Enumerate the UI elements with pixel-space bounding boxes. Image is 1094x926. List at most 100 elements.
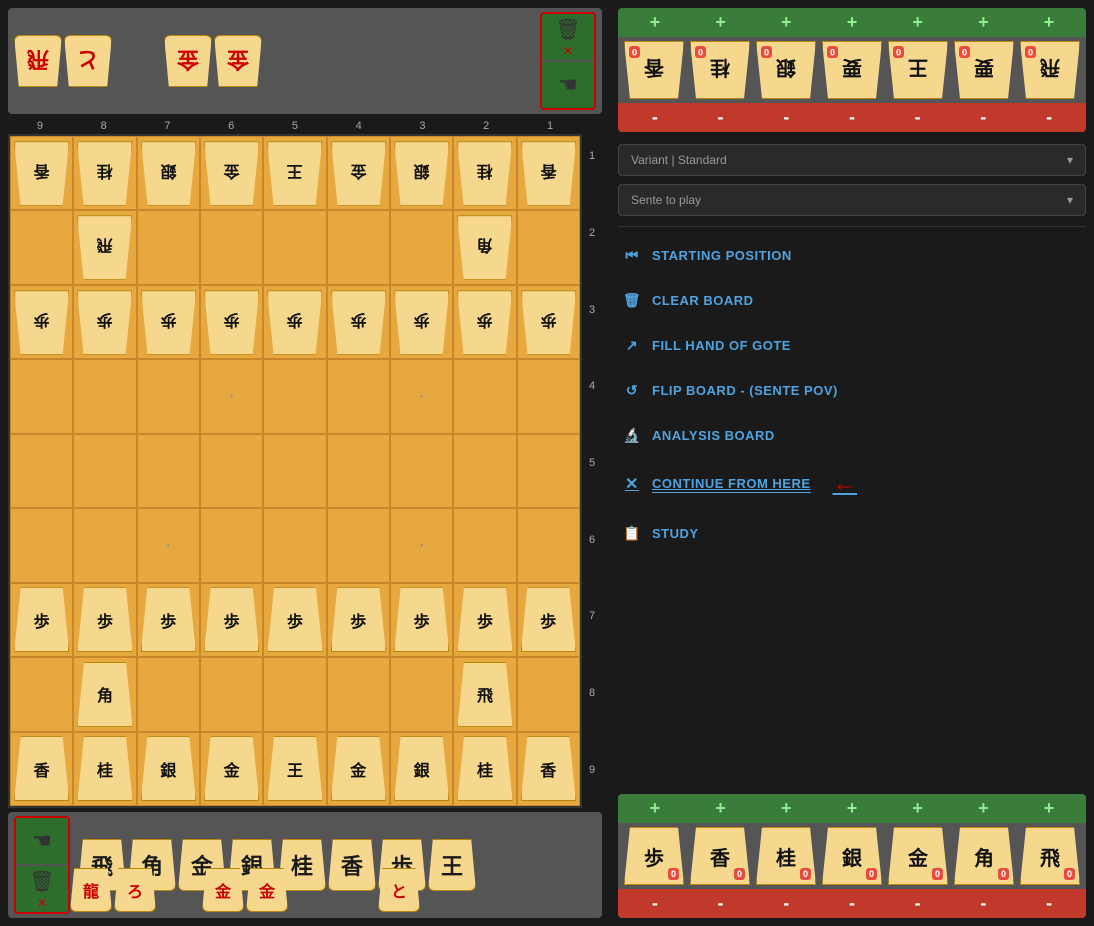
cell-3-4[interactable]: 歩: [327, 285, 390, 359]
cell-6-1[interactable]: [517, 508, 580, 582]
cell-7-9[interactable]: 歩: [10, 583, 73, 657]
cell-5-2[interactable]: [453, 434, 516, 508]
cell-6-5[interactable]: [263, 508, 326, 582]
cell-2-1[interactable]: [517, 210, 580, 284]
cell-2-6[interactable]: [200, 210, 263, 284]
turn-select[interactable]: Sente to play ▾: [618, 184, 1086, 216]
add-btn-b6[interactable]: +: [953, 798, 1013, 819]
cell-8-4[interactable]: [327, 657, 390, 731]
sel-piece-b2[interactable]: 香0: [690, 827, 750, 885]
cell-1-7[interactable]: 銀: [137, 136, 200, 210]
cell-4-6[interactable]: [200, 359, 263, 433]
minus-btn-b6[interactable]: -: [953, 893, 1013, 914]
cell-3-5[interactable]: 歩: [263, 285, 326, 359]
cell-7-1[interactable]: 歩: [517, 583, 580, 657]
cell-2-5[interactable]: [263, 210, 326, 284]
cell-7-4[interactable]: 歩: [327, 583, 390, 657]
sel-piece-7[interactable]: 飛0: [1020, 41, 1080, 99]
cell-3-3[interactable]: 歩: [390, 285, 453, 359]
add-btn-4[interactable]: +: [822, 12, 882, 33]
hand-piece-narikin2[interactable]: 金: [246, 868, 288, 912]
cell-6-7[interactable]: [137, 508, 200, 582]
cell-5-8[interactable]: [73, 434, 136, 508]
sel-piece-5[interactable]: 王0: [888, 41, 948, 99]
cell-8-8[interactable]: 角: [73, 657, 136, 731]
hand-piece[interactable]: 金: [214, 35, 262, 87]
add-btn-b5[interactable]: +: [888, 798, 948, 819]
cell-1-9[interactable]: 香: [10, 136, 73, 210]
cell-8-6[interactable]: [200, 657, 263, 731]
sel-piece-b6[interactable]: 角0: [954, 827, 1014, 885]
cell-6-2[interactable]: [453, 508, 516, 582]
hand-pointer-button-bottom[interactable]: ☚: [16, 818, 68, 864]
cell-5-6[interactable]: [200, 434, 263, 508]
cell-4-4[interactable]: [327, 359, 390, 433]
clear-board-link[interactable]: 🗑 CLEAR BOARD: [618, 282, 1086, 319]
cell-3-1[interactable]: 歩: [517, 285, 580, 359]
fill-hand-gote-link[interactable]: ↗ FILL HAND OF GOTE: [618, 327, 1086, 364]
minus-btn-2[interactable]: -: [691, 107, 751, 128]
cell-5-3[interactable]: [390, 434, 453, 508]
sel-piece-b4[interactable]: 銀0: [822, 827, 882, 885]
cell-8-5[interactable]: [263, 657, 326, 731]
hand-piece[interactable]: 飛: [14, 35, 62, 87]
cell-3-9[interactable]: 歩: [10, 285, 73, 359]
cell-7-7[interactable]: 歩: [137, 583, 200, 657]
cell-7-3[interactable]: 歩: [390, 583, 453, 657]
cell-5-7[interactable]: [137, 434, 200, 508]
cell-3-2[interactable]: 歩: [453, 285, 516, 359]
cell-1-1[interactable]: 香: [517, 136, 580, 210]
sel-piece-b3[interactable]: 桂0: [756, 827, 816, 885]
cell-1-2[interactable]: 桂: [453, 136, 516, 210]
variant-select[interactable]: Variant | Standard ▾: [618, 144, 1086, 176]
minus-btn-b3[interactable]: -: [756, 893, 816, 914]
cell-6-8[interactable]: [73, 508, 136, 582]
add-btn-6[interactable]: +: [953, 12, 1013, 33]
cell-2-7[interactable]: [137, 210, 200, 284]
hand-piece[interactable]: 金: [164, 35, 212, 87]
study-link[interactable]: 📋 STUDY: [618, 515, 1086, 552]
cell-5-9[interactable]: [10, 434, 73, 508]
minus-btn-b7[interactable]: -: [1019, 893, 1079, 914]
cell-9-6[interactable]: 金: [200, 732, 263, 806]
sel-piece-3[interactable]: 銀0: [756, 41, 816, 99]
sel-piece-2[interactable]: 桂0: [690, 41, 750, 99]
cell-4-7[interactable]: [137, 359, 200, 433]
cell-2-2[interactable]: 角: [453, 210, 516, 284]
shogi-board[interactable]: 香 桂 銀 金 王 金 銀 桂 香 飛 角 歩: [8, 134, 582, 808]
cell-9-1[interactable]: 香: [517, 732, 580, 806]
cell-2-4[interactable]: [327, 210, 390, 284]
add-btn-b7[interactable]: +: [1019, 798, 1079, 819]
cell-3-6[interactable]: 歩: [200, 285, 263, 359]
cell-4-1[interactable]: [517, 359, 580, 433]
cell-7-6[interactable]: 歩: [200, 583, 263, 657]
cell-6-6[interactable]: [200, 508, 263, 582]
sel-piece-b1[interactable]: 歩0: [624, 827, 684, 885]
cell-8-3[interactable]: [390, 657, 453, 731]
add-btn-b4[interactable]: +: [822, 798, 882, 819]
minus-btn-b1[interactable]: -: [625, 893, 685, 914]
cell-1-8[interactable]: 桂: [73, 136, 136, 210]
minus-btn-1[interactable]: -: [625, 107, 685, 128]
cell-5-5[interactable]: [263, 434, 326, 508]
hand-piece-ryuu[interactable]: 龍: [70, 868, 112, 912]
minus-btn-b5[interactable]: -: [888, 893, 948, 914]
delete-button[interactable]: 🗑 ✕: [542, 14, 594, 60]
cell-9-7[interactable]: 銀: [137, 732, 200, 806]
cell-4-9[interactable]: [10, 359, 73, 433]
flip-board-link[interactable]: ↺ FLIP BOARD - (SENTE POV): [618, 372, 1086, 409]
cell-6-4[interactable]: [327, 508, 390, 582]
cell-9-4[interactable]: 金: [327, 732, 390, 806]
cell-6-9[interactable]: [10, 508, 73, 582]
cell-4-3[interactable]: [390, 359, 453, 433]
cell-1-3[interactable]: 銀: [390, 136, 453, 210]
continue-from-here-link[interactable]: ✕ CONTINUE FROM HERE ←: [618, 462, 1086, 507]
minus-btn-3[interactable]: -: [756, 107, 816, 128]
delete-button-bottom[interactable]: 🗑 ✕: [16, 866, 68, 912]
cell-9-5[interactable]: 王: [263, 732, 326, 806]
cell-7-2[interactable]: 歩: [453, 583, 516, 657]
sel-piece-b5[interactable]: 金0: [888, 827, 948, 885]
add-btn-3[interactable]: +: [756, 12, 816, 33]
cell-4-5[interactable]: [263, 359, 326, 433]
cell-3-8[interactable]: 歩: [73, 285, 136, 359]
